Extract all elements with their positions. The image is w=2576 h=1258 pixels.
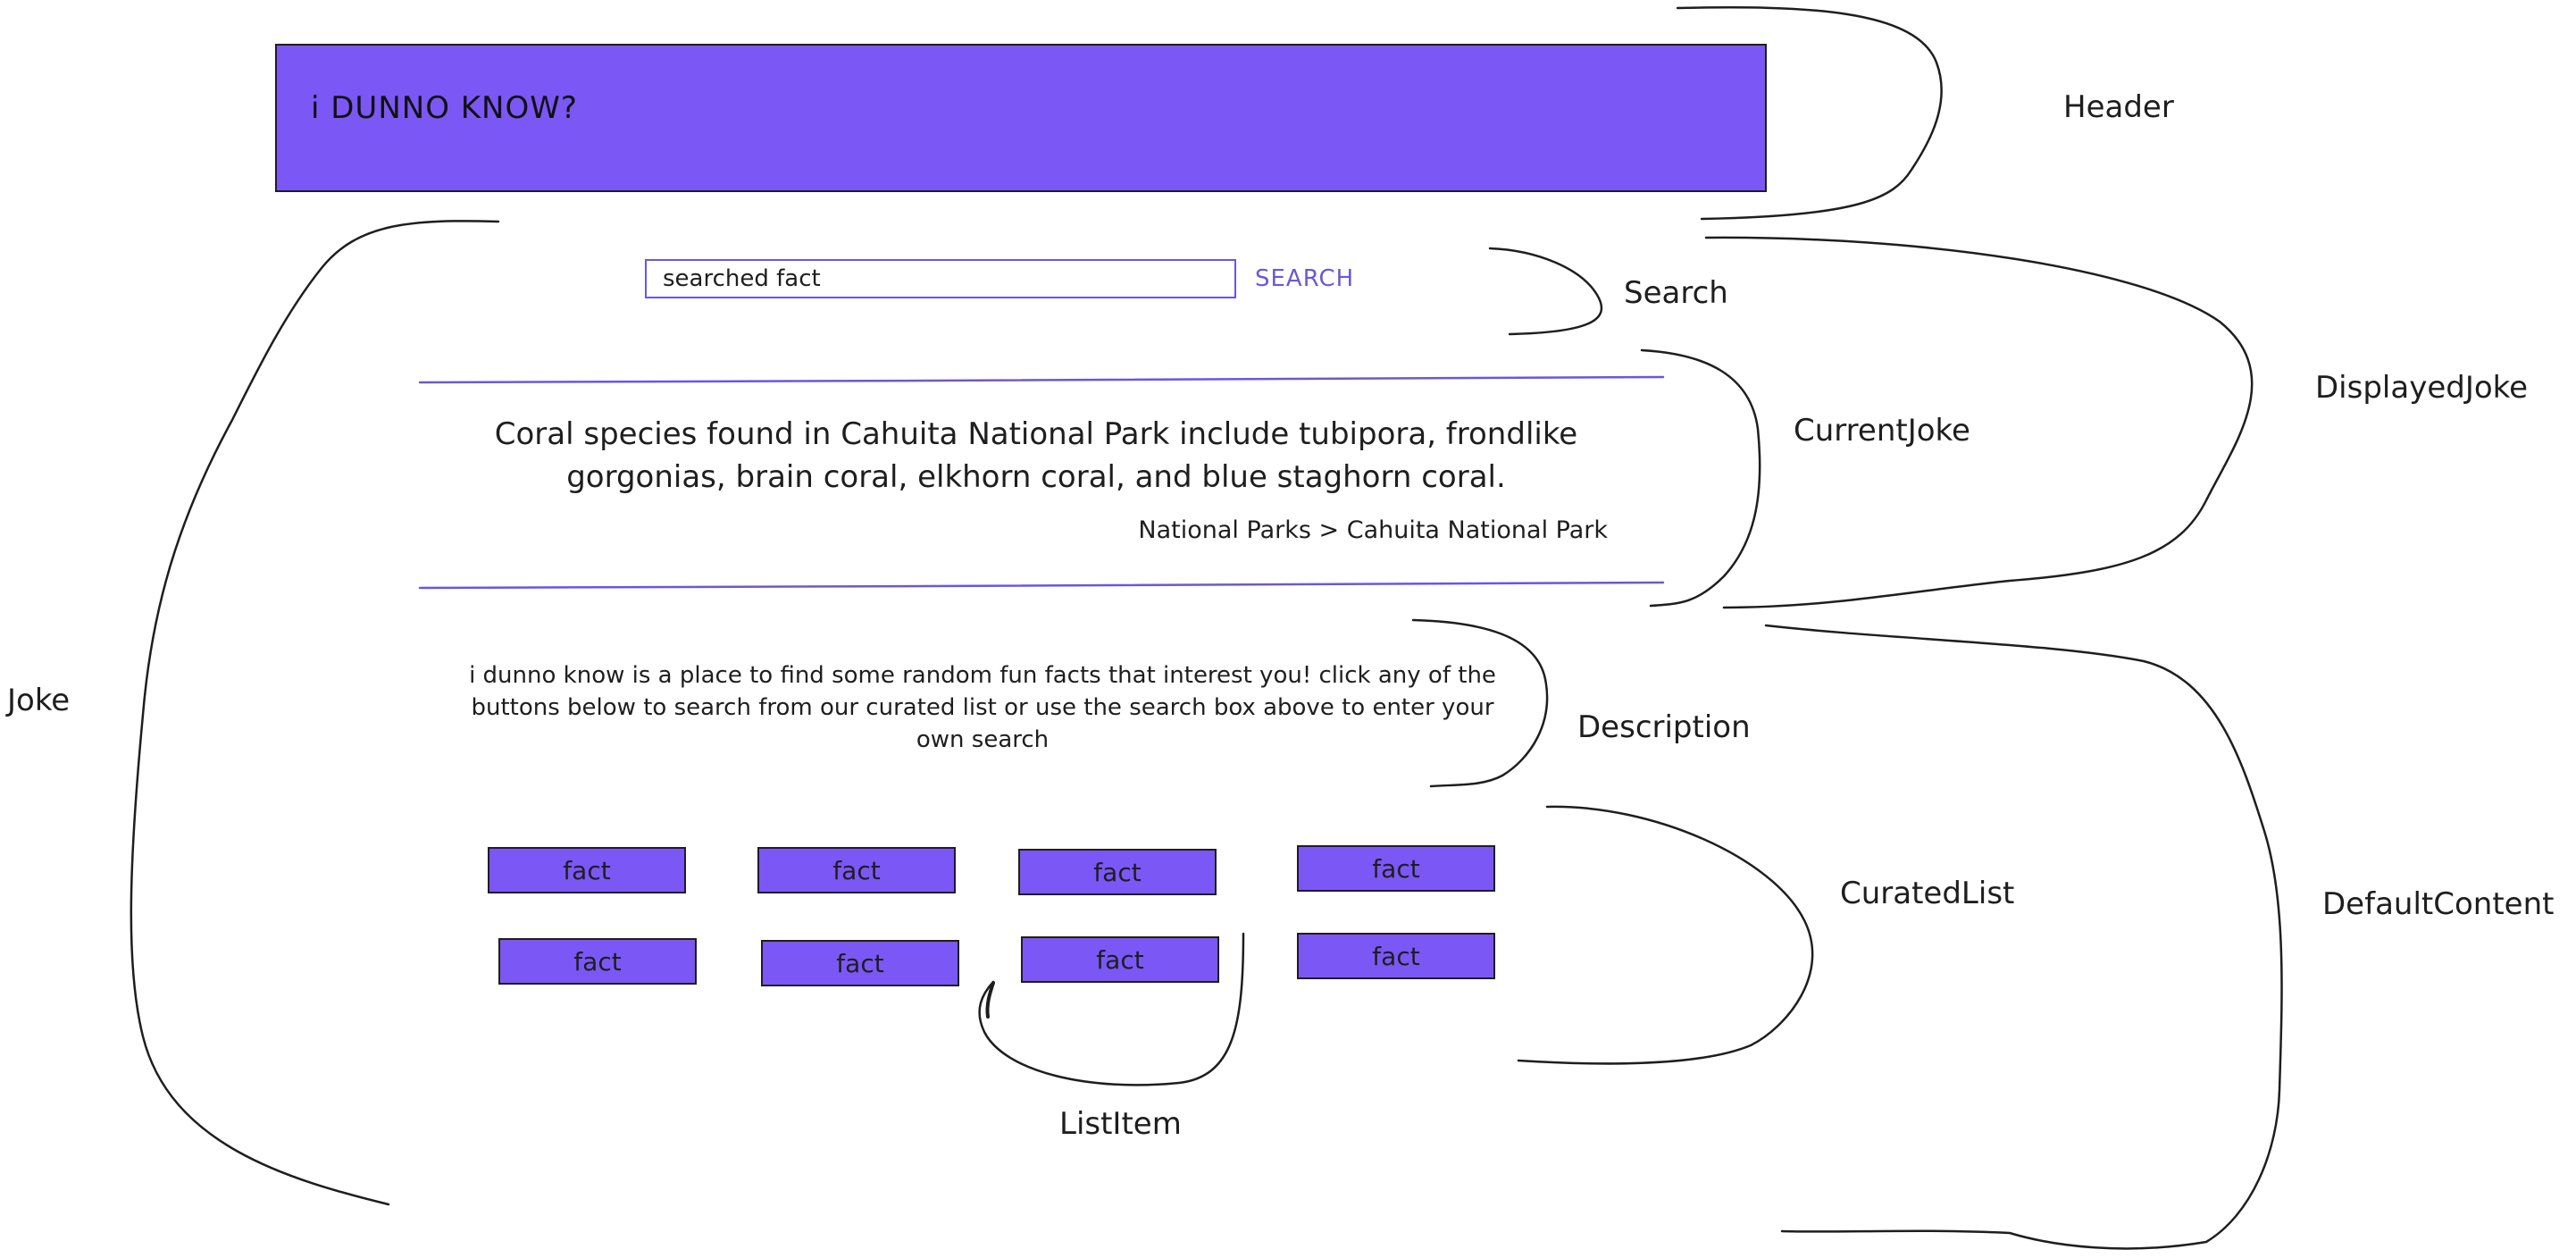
fact-button[interactable]: fact <box>1018 849 1217 895</box>
search-button[interactable]: SEARCH <box>1255 260 1354 298</box>
annotation-displayed-joke: DisplayedJoke <box>2315 370 2529 406</box>
annotation-header: Header <box>2063 89 2174 125</box>
annotation-search: Search <box>1624 275 1728 311</box>
annotation-list-item: ListItem <box>1059 1106 1182 1142</box>
curated-list-bracket <box>1517 805 1814 1065</box>
fact-button[interactable]: fact <box>488 847 686 893</box>
annotation-joke: Joke <box>7 683 71 718</box>
app-title: i DUNNO KNOW? <box>311 90 578 126</box>
current-joke-bracket <box>1640 348 1761 608</box>
header-bar: i DUNNO KNOW? <box>275 44 1767 192</box>
current-joke-text: Coral species found in Cahuita National … <box>494 416 1578 495</box>
displayed-joke-bracket <box>1704 236 2254 609</box>
fact-button[interactable]: fact <box>761 940 959 986</box>
joke-divider-top <box>418 375 1665 384</box>
search-input[interactable] <box>645 259 1236 298</box>
search-bracket <box>1488 247 1603 336</box>
default-content-bracket <box>1764 624 2283 1250</box>
fact-button[interactable]: fact <box>498 938 697 985</box>
annotation-default-content: DefaultContent <box>2322 886 2555 922</box>
annotation-curated-list: CuratedList <box>1840 876 2015 911</box>
joke-divider-bottom <box>418 581 1665 590</box>
fact-button[interactable]: fact <box>1021 936 1219 983</box>
fact-button[interactable]: fact <box>757 847 956 893</box>
joke-bracket <box>130 220 500 1206</box>
annotation-current-joke: CurrentJoke <box>1794 413 1970 449</box>
fact-button[interactable]: fact <box>1297 933 1495 979</box>
joke-breadcrumb: National Parks > Cahuita National Park <box>1138 516 1608 544</box>
fact-button[interactable]: fact <box>1297 845 1495 892</box>
description-text: i dunno know is a place to find some ran… <box>469 662 1496 753</box>
annotation-description: Description <box>1577 709 1751 745</box>
list-item-stub <box>985 981 995 1019</box>
